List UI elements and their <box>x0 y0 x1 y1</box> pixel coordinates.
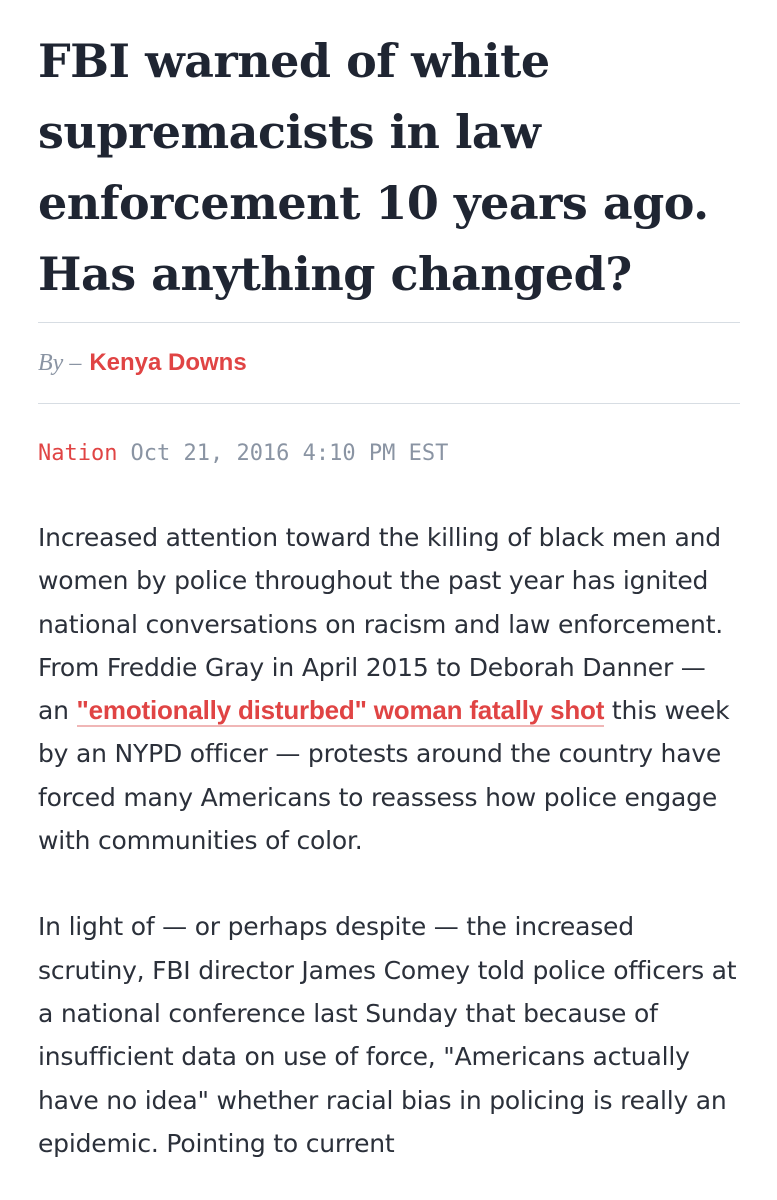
article: FBI warned of white supremacists in law … <box>38 26 740 1165</box>
divider-bottom <box>38 403 740 404</box>
inline-article-link[interactable]: "emotionally disturbed" woman fatally sh… <box>76 695 604 728</box>
article-headline: FBI warned of white supremacists in law … <box>38 34 709 301</box>
article-body: Increased attention toward the killing o… <box>38 516 740 1165</box>
body-paragraph: In light of — or perhaps despite — the i… <box>38 912 737 1158</box>
article-timestamp: Oct 21, 2016 4:10 PM EST <box>130 441 449 466</box>
byline: By – Kenya Downs <box>38 323 740 403</box>
article-meta: Nation Oct 21, 2016 4:10 PM EST <box>38 440 740 468</box>
body-paragraph: Increased attention toward the killing o… <box>38 516 740 862</box>
author-link[interactable]: Kenya Downs <box>89 349 246 377</box>
section-link[interactable]: Nation <box>38 441 117 466</box>
byline-prefix: By – <box>38 349 82 376</box>
